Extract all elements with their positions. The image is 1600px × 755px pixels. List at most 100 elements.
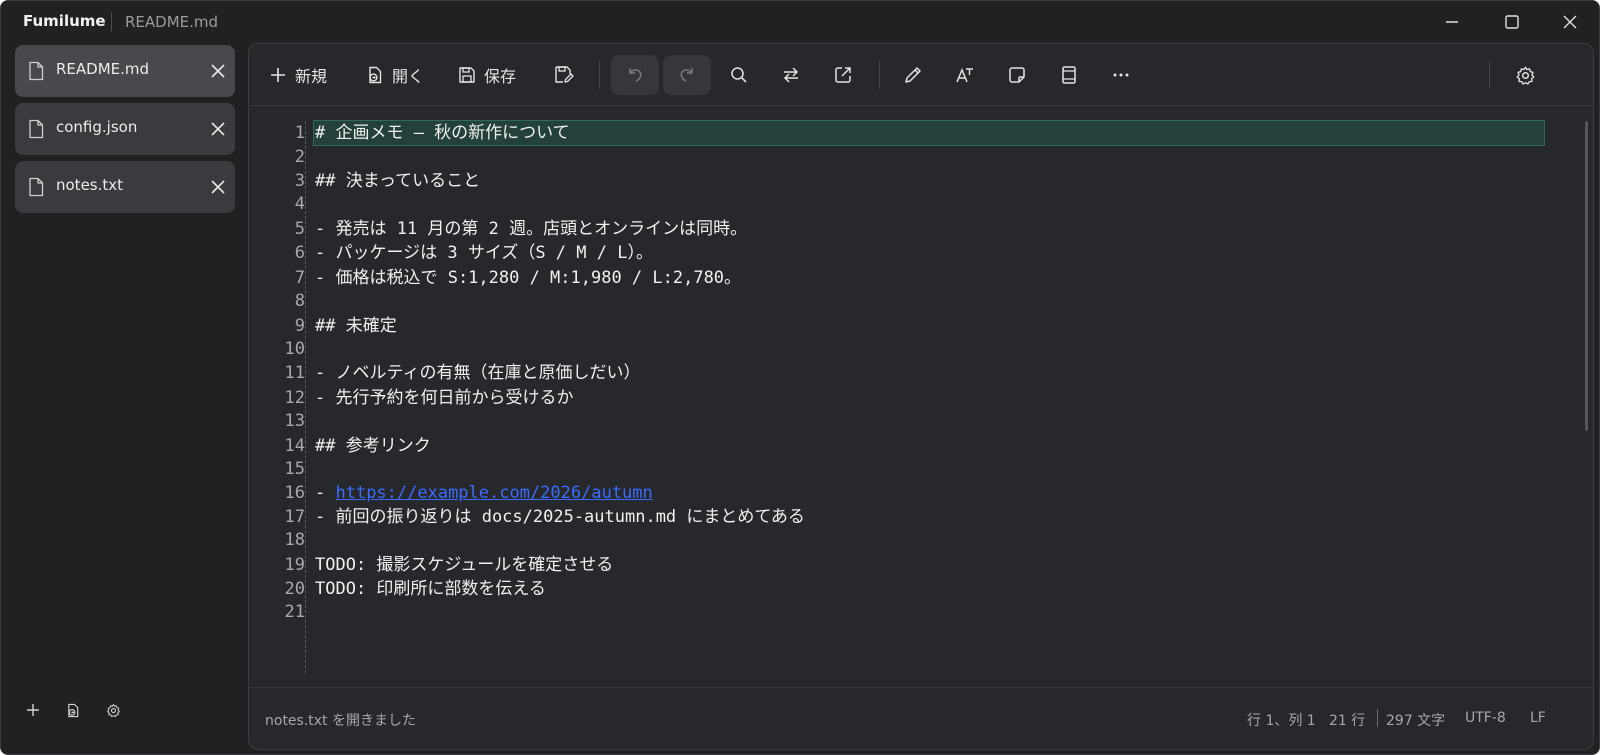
file-icon	[29, 119, 44, 139]
line-number: 2	[294, 147, 305, 167]
redo-button[interactable]	[663, 55, 711, 95]
title-bar: Fumilume README.md	[1, 1, 1599, 43]
list-marker: -	[315, 483, 336, 503]
vertical-scrollbar[interactable]	[1585, 121, 1588, 431]
line-number: 11	[284, 363, 305, 383]
edit-button[interactable]	[903, 55, 925, 95]
line-number: 17	[284, 507, 305, 527]
sidebar-open-button[interactable]	[61, 698, 85, 722]
line-number: 3	[294, 171, 305, 191]
text-format-icon	[956, 68, 973, 83]
status-message: notes.txt を開きました	[265, 713, 416, 729]
text-editor[interactable]: 1 2 3 4 5 6 7 8 9 10 11 12 13 14 15 16 1…	[249, 107, 1593, 687]
url-link[interactable]: https://example.com/2026/autumn	[335, 483, 652, 503]
line-number: 4	[294, 194, 305, 214]
title-divider	[111, 12, 112, 32]
more-button[interactable]	[1111, 55, 1133, 95]
gear-icon	[106, 703, 120, 717]
pencil-icon	[905, 67, 921, 83]
open-button[interactable]: 開く	[366, 55, 424, 95]
line-number: 12	[284, 388, 305, 408]
replace-button[interactable]	[781, 55, 803, 95]
save-button[interactable]: 保存	[458, 55, 516, 95]
save-icon	[459, 67, 475, 83]
code-line: - パッケージは 3 サイズ（S / M / L）。	[315, 243, 653, 263]
code-line: ## 決まっていること	[315, 171, 481, 191]
line-number: 20	[284, 579, 305, 599]
save-as-icon	[555, 66, 574, 83]
editor-panel: 新規 開く 保存 1 2 3 4 5 6 7 8 9 10 11 12 13 1…	[248, 43, 1594, 750]
plus-icon	[271, 68, 285, 82]
code-line: - 前回の振り返りは docs/2025-autumn.md にまとめてある	[315, 507, 805, 527]
encoding-indicator[interactable]: UTF-8	[1465, 710, 1506, 726]
code-line: - 価格は税込で S:1,280 / M:1,980 / L:2,780。	[315, 268, 742, 288]
close-icon	[1563, 15, 1577, 29]
close-tab-icon[interactable]	[209, 178, 227, 196]
status-bar: notes.txt を開きました 行 1、列 1 21 行 297 文字 UTF…	[249, 687, 1593, 749]
search-button[interactable]	[729, 55, 751, 95]
sticky-note-icon	[1009, 67, 1025, 83]
line-number: 19	[284, 555, 305, 575]
open-external-button[interactable]	[833, 55, 855, 95]
file-tab-readme[interactable]: README.md	[15, 45, 235, 97]
cursor-position: 行 1、列 1	[1247, 713, 1316, 729]
reader-button[interactable]	[1059, 55, 1081, 95]
sticky-note-button[interactable]	[1007, 55, 1029, 95]
undo-button[interactable]	[611, 55, 659, 95]
line-number: 18	[284, 530, 305, 550]
code-line: TODO: 印刷所に部数を伝える	[315, 579, 546, 599]
redo-icon	[680, 68, 693, 82]
replace-icon	[783, 67, 799, 83]
code-line: # 企画メモ — 秋の新作について	[315, 123, 570, 143]
save-as-button[interactable]	[554, 55, 576, 95]
maximize-icon	[1505, 15, 1519, 29]
minimize-button[interactable]	[1429, 7, 1475, 37]
file-tab-label: config.json	[56, 118, 138, 136]
open-file-icon	[67, 703, 78, 717]
line-ending-indicator[interactable]: LF	[1530, 710, 1546, 726]
file-icon	[29, 61, 44, 81]
gutter-divider	[305, 121, 306, 673]
sidebar-settings-button[interactable]	[101, 698, 125, 722]
code-line: TODO: 撮影スケジュールを確定させる	[315, 555, 614, 575]
close-tab-icon[interactable]	[209, 120, 227, 138]
search-icon	[731, 67, 747, 83]
line-number: 16	[284, 483, 305, 503]
line-number: 8	[294, 291, 305, 311]
sidebar-new-button[interactable]	[21, 698, 45, 722]
file-sidebar: README.md config.json notes.txt	[1, 43, 243, 754]
settings-button[interactable]	[1515, 55, 1537, 95]
char-count: 297 文字	[1386, 713, 1446, 729]
toolbar: 新規 開く 保存	[249, 44, 1593, 106]
line-count: 21 行	[1329, 713, 1366, 729]
toolbar-divider	[599, 61, 600, 89]
app-name: Fumilume	[23, 12, 106, 30]
app-window: Fumilume README.md README.md config.json…	[0, 0, 1600, 755]
line-number: 6	[294, 243, 305, 263]
close-tab-icon[interactable]	[209, 62, 227, 80]
book-icon	[1062, 66, 1076, 84]
text-format-button[interactable]	[955, 55, 977, 95]
line-number: 9	[294, 316, 305, 336]
line-number: 7	[294, 268, 305, 288]
maximize-button[interactable]	[1489, 7, 1535, 37]
new-button[interactable]: 新規	[269, 55, 327, 95]
file-tab-label: notes.txt	[56, 176, 124, 194]
plus-icon	[27, 704, 39, 716]
code-line: - 先行予約を何日前から受けるか	[315, 388, 574, 408]
status-divider	[1377, 709, 1378, 727]
file-tab-config[interactable]: config.json	[15, 103, 235, 155]
close-window-button[interactable]	[1547, 7, 1593, 37]
document-title: README.md	[125, 13, 219, 31]
file-icon	[29, 177, 44, 197]
code-line: ## 未確定	[315, 316, 397, 336]
file-tab-notes[interactable]: notes.txt	[15, 161, 235, 213]
line-number: 5	[294, 219, 305, 239]
toolbar-divider	[879, 61, 880, 89]
line-number: 21	[284, 602, 305, 622]
undo-icon	[629, 68, 642, 82]
new-button-label: 新規	[295, 67, 328, 86]
code-line: - ノベルティの有無（在庫と原価しだい）	[315, 363, 641, 383]
toolbar-divider	[1489, 61, 1490, 89]
line-number: 15	[284, 459, 305, 479]
